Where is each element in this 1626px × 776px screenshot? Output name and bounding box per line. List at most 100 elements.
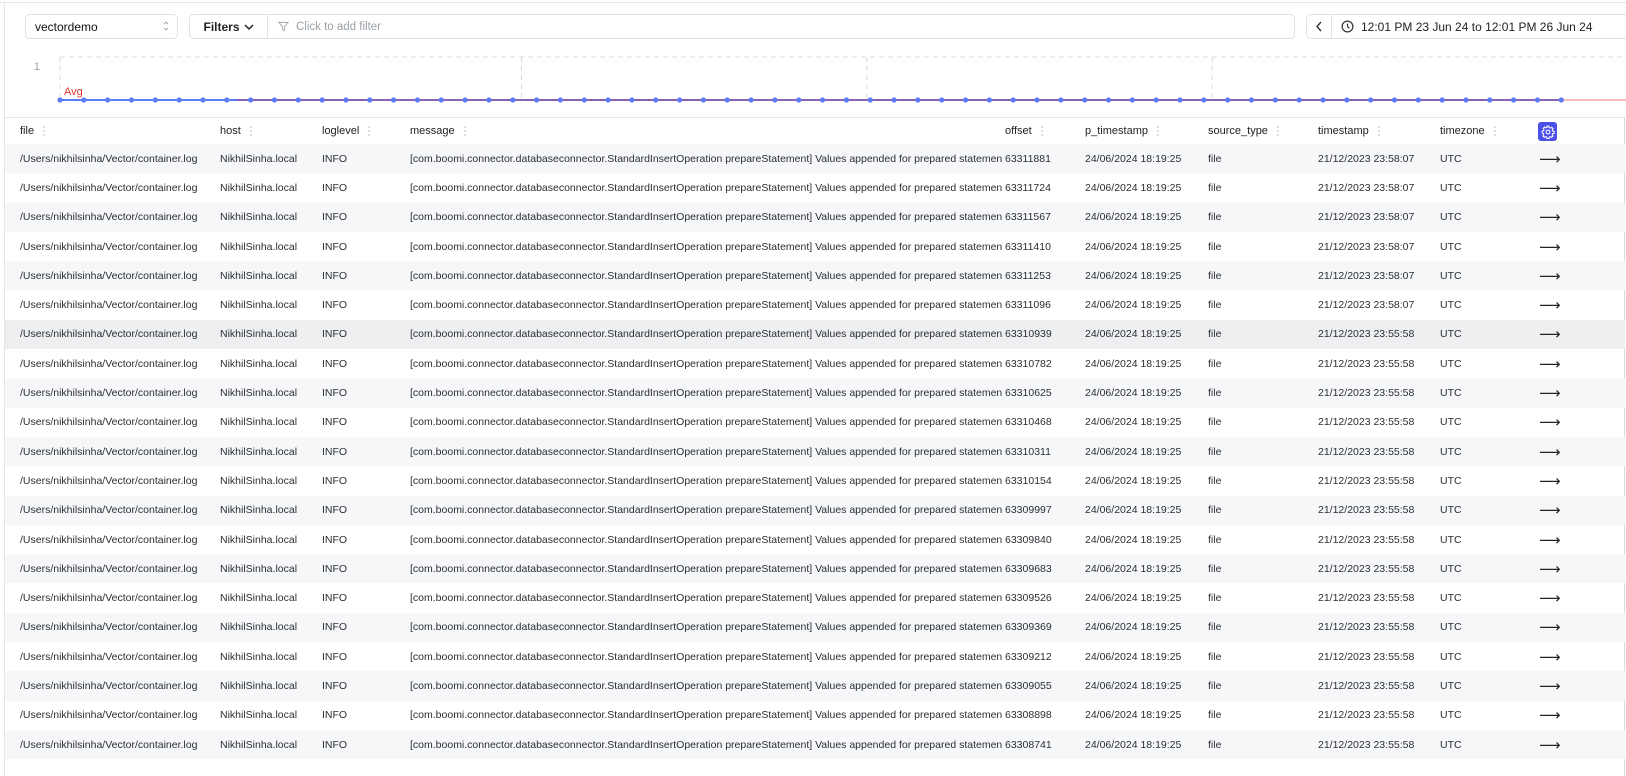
- cell-source-type: file: [1208, 650, 1222, 663]
- data-point: [1034, 97, 1040, 103]
- column-header-offset[interactable]: offset: [1005, 118, 1083, 144]
- cell-timezone: UTC: [1440, 181, 1462, 194]
- column-menu-icon[interactable]: [461, 125, 469, 137]
- stream-select[interactable]: vectordemo: [25, 14, 178, 39]
- data-point: [939, 97, 945, 103]
- table-row[interactable]: /Users/nikhilsinha/Vector/container.log N…: [5, 612, 1625, 643]
- table-row[interactable]: /Users/nikhilsinha/Vector/container.log N…: [5, 583, 1625, 612]
- cell-timestamp: 21/12/2023 23:55:58: [1318, 592, 1415, 605]
- data-point: [1463, 97, 1469, 103]
- table-header: timezone timestamp source_type p_timestamp o…: [5, 118, 1625, 144]
- arrow-right-icon[interactable]: ⟶: [1539, 701, 1561, 730]
- data-point: [57, 97, 63, 103]
- cell-loglevel: INFO: [322, 738, 348, 751]
- arrow-right-icon[interactable]: ⟶: [1539, 144, 1561, 173]
- column-menu-icon[interactable]: [1154, 125, 1162, 137]
- arrow-right-icon[interactable]: ⟶: [1539, 232, 1561, 261]
- arrow-right-icon[interactable]: ⟶: [1539, 554, 1561, 583]
- arrow-right-icon[interactable]: ⟶: [1539, 642, 1561, 671]
- column-menu-icon[interactable]: [1274, 125, 1282, 137]
- column-header-loglevel[interactable]: loglevel: [322, 118, 407, 144]
- column-header-file[interactable]: file: [20, 118, 215, 144]
- cell-p-timestamp: 24/06/2024 18:19:25: [1085, 738, 1182, 751]
- cell-timezone: UTC: [1440, 650, 1462, 663]
- column-menu-icon[interactable]: [365, 125, 373, 137]
- table-row[interactable]: /Users/nikhilsinha/Vector/container.log N…: [5, 144, 1625, 174]
- arrow-right-icon[interactable]: ⟶: [1539, 349, 1561, 378]
- cell-offset: 63310311: [1005, 445, 1051, 458]
- arrow-right-icon[interactable]: ⟶: [1539, 173, 1561, 202]
- table-row[interactable]: /Users/nikhilsinha/Vector/container.log N…: [5, 319, 1625, 350]
- cell-timestamp: 21/12/2023 23:58:07: [1318, 299, 1415, 312]
- column-menu-icon[interactable]: [1038, 125, 1046, 137]
- cell-timestamp: 21/12/2023 23:55:58: [1318, 679, 1415, 692]
- window-top-border: [0, 0, 1626, 3]
- table-row[interactable]: /Users/nikhilsinha/Vector/container.log N…: [5, 349, 1625, 378]
- cell-message: [com.boomi.connector.databaseconnector.S…: [410, 416, 1002, 429]
- data-point: [1248, 97, 1255, 103]
- data-point: [843, 97, 849, 103]
- arrow-right-icon[interactable]: ⟶: [1539, 730, 1561, 759]
- cell-timestamp: 21/12/2023 23:55:58: [1318, 328, 1415, 341]
- arrow-right-icon[interactable]: ⟶: [1539, 496, 1561, 525]
- table-row[interactable]: /Users/nikhilsinha/Vector/container.log N…: [5, 525, 1625, 554]
- column-menu-icon[interactable]: [1491, 125, 1499, 137]
- table-row[interactable]: /Users/nikhilsinha/Vector/container.log N…: [5, 232, 1625, 261]
- cell-loglevel: INFO: [322, 533, 348, 546]
- add-filter-input[interactable]: Click to add filter: [268, 15, 1294, 38]
- arrow-right-icon[interactable]: ⟶: [1539, 466, 1561, 495]
- table-row[interactable]: /Users/nikhilsinha/Vector/container.log N…: [5, 729, 1625, 760]
- arrow-right-icon[interactable]: ⟶: [1539, 583, 1561, 612]
- cell-p-timestamp: 24/06/2024 18:19:25: [1085, 211, 1182, 224]
- cell-source-type: file: [1208, 592, 1222, 605]
- cell-source-type: file: [1208, 709, 1222, 722]
- arrow-right-icon[interactable]: ⟶: [1539, 378, 1561, 407]
- arrow-right-icon[interactable]: ⟶: [1539, 437, 1561, 466]
- arrow-right-icon[interactable]: ⟶: [1539, 613, 1561, 642]
- table-row[interactable]: /Users/nikhilsinha/Vector/container.log N…: [5, 671, 1625, 701]
- arrow-right-icon[interactable]: ⟶: [1539, 408, 1561, 437]
- cell-file: /Users/nikhilsinha/Vector/container.log: [20, 562, 198, 575]
- arrow-right-icon[interactable]: ⟶: [1539, 290, 1561, 319]
- cell-host: NikhilSinha.local: [220, 387, 298, 400]
- table-row[interactable]: /Users/nikhilsinha/Vector/container.log N…: [5, 436, 1625, 467]
- arrow-right-icon[interactable]: ⟶: [1539, 261, 1561, 290]
- cell-file: /Users/nikhilsinha/Vector/container.log: [20, 709, 198, 722]
- data-point: [1534, 97, 1541, 103]
- column-menu-icon[interactable]: [40, 125, 48, 137]
- table-row[interactable]: /Users/nikhilsinha/Vector/container.log N…: [5, 290, 1625, 319]
- table-row[interactable]: /Users/nikhilsinha/Vector/container.log N…: [5, 202, 1625, 232]
- column-header-message[interactable]: message: [410, 118, 1002, 144]
- cell-p-timestamp: 24/06/2024 18:19:25: [1085, 416, 1182, 429]
- table-row[interactable]: /Users/nikhilsinha/Vector/container.log N…: [5, 554, 1625, 584]
- column-menu-icon[interactable]: [247, 125, 255, 137]
- table-row[interactable]: /Users/nikhilsinha/Vector/container.log N…: [5, 261, 1625, 291]
- column-header-source-type[interactable]: source_type: [1208, 118, 1316, 144]
- column-header-p-timestamp[interactable]: p_timestamp: [1085, 118, 1205, 144]
- avg-annotation: Avg: [64, 86, 83, 98]
- table-row[interactable]: /Users/nikhilsinha/Vector/container.log N…: [5, 173, 1625, 202]
- column-header-timezone[interactable]: timezone: [1440, 118, 1530, 144]
- time-range-button[interactable]: 12:01 PM 23 Jun 24 to 12:01 PM 26 Jun 24: [1332, 20, 1593, 34]
- table-row[interactable]: /Users/nikhilsinha/Vector/container.log N…: [5, 495, 1625, 525]
- arrow-right-icon[interactable]: ⟶: [1539, 671, 1561, 700]
- column-header-timestamp[interactable]: timestamp: [1318, 118, 1438, 144]
- table-row[interactable]: /Users/nikhilsinha/Vector/container.log N…: [5, 701, 1625, 730]
- cell-offset: 63311253: [1005, 269, 1051, 282]
- filters-button[interactable]: Filters: [190, 15, 268, 38]
- table-row[interactable]: /Users/nikhilsinha/Vector/container.log N…: [5, 466, 1625, 495]
- data-point: [962, 97, 969, 103]
- table-row[interactable]: /Users/nikhilsinha/Vector/container.log N…: [5, 378, 1625, 408]
- cell-loglevel: INFO: [322, 211, 348, 224]
- arrow-right-icon[interactable]: ⟶: [1539, 320, 1561, 349]
- time-prev-button[interactable]: [1307, 15, 1332, 38]
- column-menu-icon[interactable]: [1375, 125, 1383, 137]
- cell-loglevel: INFO: [322, 269, 348, 282]
- table-row[interactable]: /Users/nikhilsinha/Vector/container.log N…: [5, 642, 1625, 671]
- cell-timestamp: 21/12/2023 23:58:07: [1318, 269, 1415, 282]
- column-header-host[interactable]: host: [220, 118, 318, 144]
- arrow-right-icon[interactable]: ⟶: [1539, 525, 1561, 554]
- arrow-right-icon[interactable]: ⟶: [1539, 203, 1561, 232]
- column-settings-button[interactable]: [1538, 122, 1557, 141]
- table-row[interactable]: /Users/nikhilsinha/Vector/container.log N…: [5, 408, 1625, 437]
